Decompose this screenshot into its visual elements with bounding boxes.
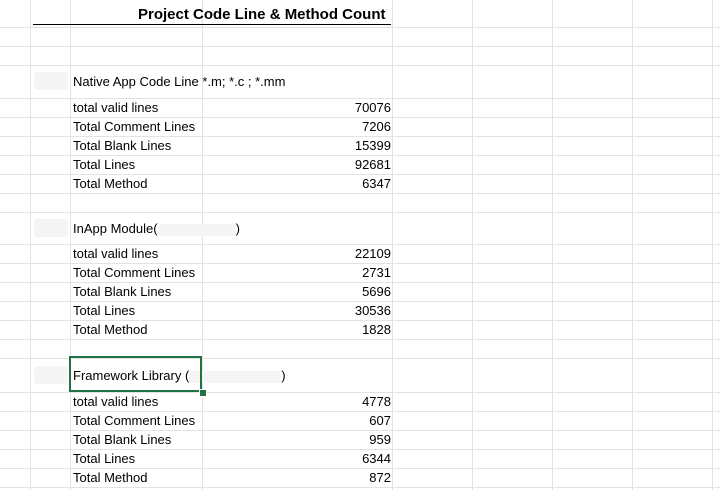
- row-label[interactable]: Total Blank Lines: [73, 430, 171, 449]
- row-value[interactable]: 92681: [271, 155, 391, 174]
- row-label[interactable]: Total Lines: [73, 155, 135, 174]
- row-value[interactable]: 15399: [271, 136, 391, 155]
- section-header-label: Native App Code Line: [73, 74, 199, 89]
- row-gridline: [0, 27, 720, 28]
- column-gridline: [632, 0, 633, 490]
- row-value[interactable]: 5696: [271, 282, 391, 301]
- fill-handle[interactable]: [199, 389, 207, 397]
- row-value[interactable]: 70076: [271, 98, 391, 117]
- redacted-text: [189, 370, 282, 383]
- column-gridline: [392, 0, 393, 490]
- row-value[interactable]: 607: [271, 411, 391, 430]
- row-gridline: [0, 46, 720, 47]
- row-label[interactable]: Total Lines: [73, 301, 135, 320]
- row-label[interactable]: total valid lines: [73, 392, 158, 411]
- sheet-title[interactable]: Project Code Line & Method Count: [138, 5, 386, 25]
- row-value[interactable]: 2731: [271, 263, 391, 282]
- row-value[interactable]: 30536: [271, 301, 391, 320]
- column-gridline: [30, 0, 31, 490]
- column-gridline: [552, 0, 553, 490]
- column-gridline: [70, 0, 71, 490]
- section-header-suffix: *.m; *.c ; *.mm: [202, 74, 286, 89]
- row-label[interactable]: Total Method: [73, 468, 147, 487]
- row-value[interactable]: 7206: [271, 117, 391, 136]
- redacted-cell: [34, 366, 68, 384]
- row-gridline: [0, 65, 720, 66]
- row-label[interactable]: Total Blank Lines: [73, 136, 171, 155]
- row-label[interactable]: total valid lines: [73, 244, 158, 263]
- row-value[interactable]: 22109: [271, 244, 391, 263]
- redacted-cell: [34, 219, 68, 237]
- section-header[interactable]: Native App Code Line *.m; *.c ; *.mm: [73, 72, 285, 91]
- section-header-suffix: ): [235, 221, 240, 236]
- row-value[interactable]: 1828: [271, 320, 391, 339]
- row-value[interactable]: 6347: [271, 174, 391, 193]
- row-value[interactable]: 6344: [271, 449, 391, 468]
- row-label[interactable]: total valid lines: [73, 98, 158, 117]
- row-value[interactable]: 872: [271, 468, 391, 487]
- section-header-suffix: ): [281, 368, 286, 383]
- row-label[interactable]: Total Blank Lines: [73, 282, 171, 301]
- title-underline: [33, 24, 391, 25]
- row-gridline: [0, 193, 720, 194]
- row-gridline: [0, 339, 720, 340]
- section-header[interactable]: InApp Module(): [73, 219, 240, 238]
- row-gridline: [0, 212, 720, 213]
- row-gridline: [0, 487, 720, 488]
- redacted-text: [157, 223, 236, 236]
- row-label[interactable]: Total Lines: [73, 449, 135, 468]
- column-gridline: [712, 0, 713, 490]
- redacted-cell: [34, 72, 68, 90]
- row-label[interactable]: Total Comment Lines: [73, 411, 195, 430]
- row-label[interactable]: Total Comment Lines: [73, 117, 195, 136]
- row-label[interactable]: Total Method: [73, 174, 147, 193]
- row-label[interactable]: Total Comment Lines: [73, 263, 195, 282]
- active-cell-selection[interactable]: [69, 356, 202, 392]
- row-label[interactable]: Total Method: [73, 320, 147, 339]
- row-value[interactable]: 959: [271, 430, 391, 449]
- column-gridline: [472, 0, 473, 490]
- section-header-label: InApp Module(: [73, 221, 158, 236]
- row-value[interactable]: 4778: [271, 392, 391, 411]
